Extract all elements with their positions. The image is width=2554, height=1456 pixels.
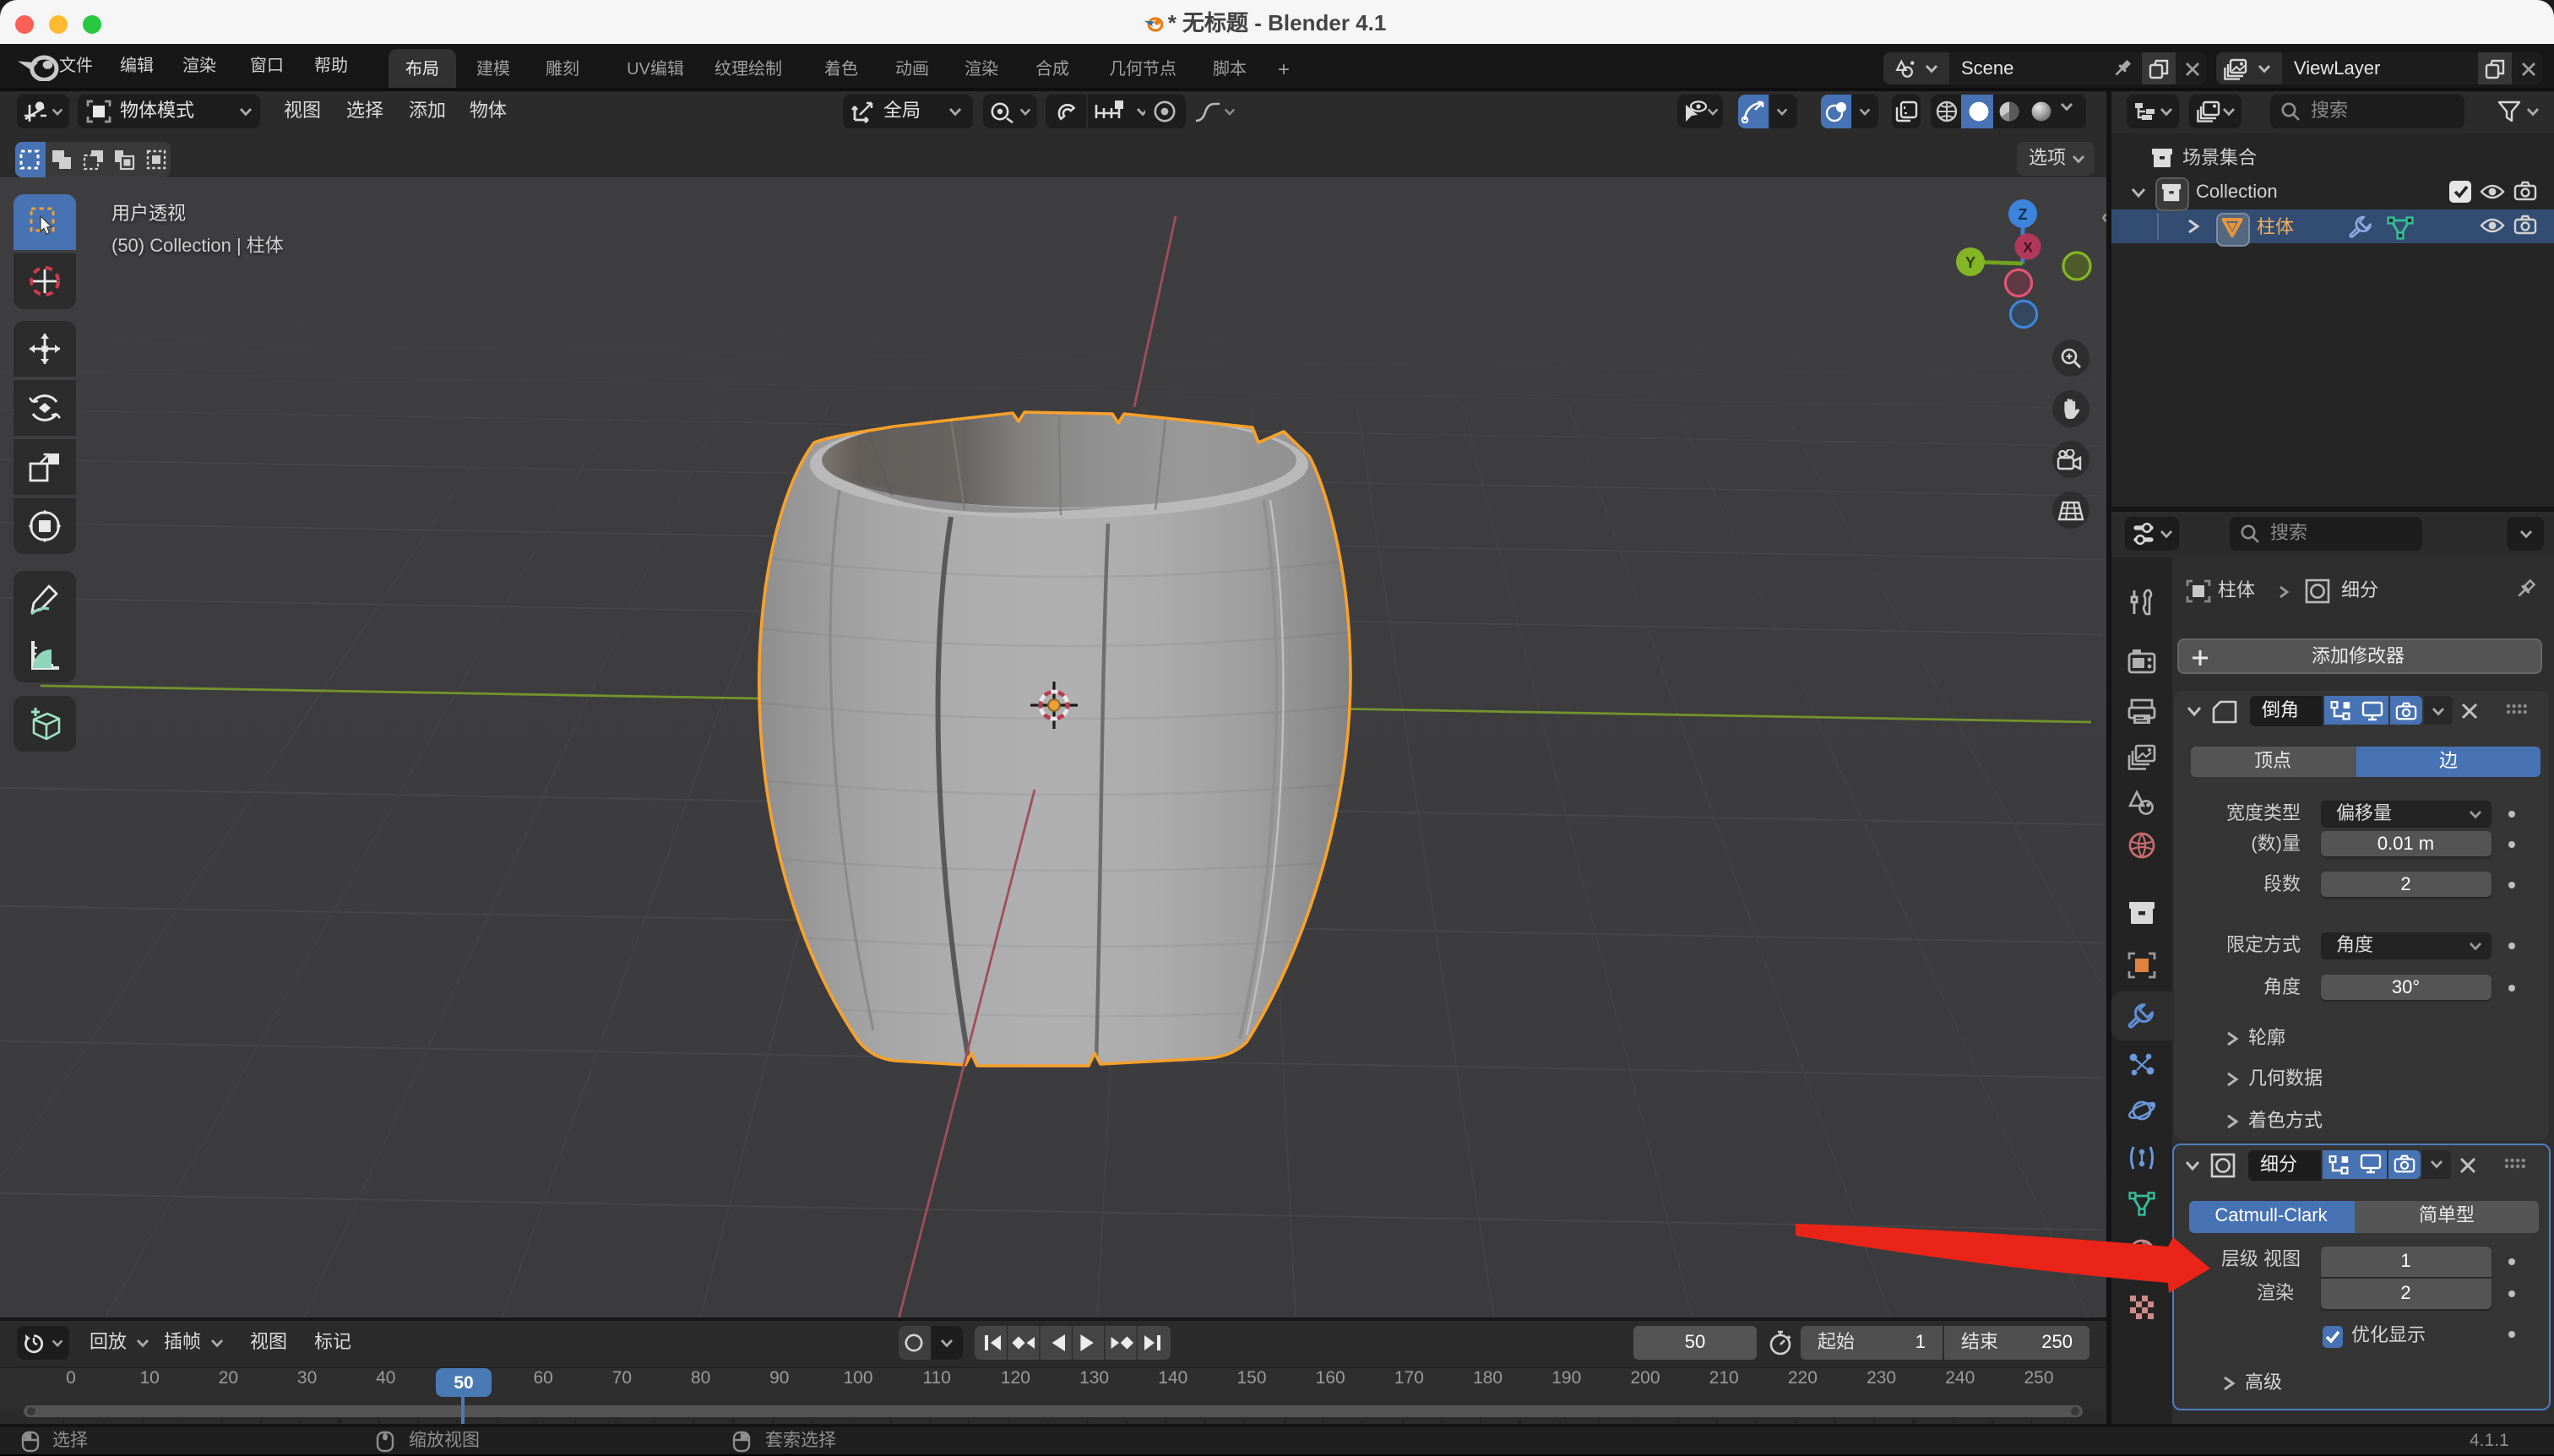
svg-text:X: X — [2023, 240, 2033, 256]
svg-text:Y: Y — [1965, 254, 1975, 271]
svg-text:Z: Z — [2019, 206, 2028, 223]
